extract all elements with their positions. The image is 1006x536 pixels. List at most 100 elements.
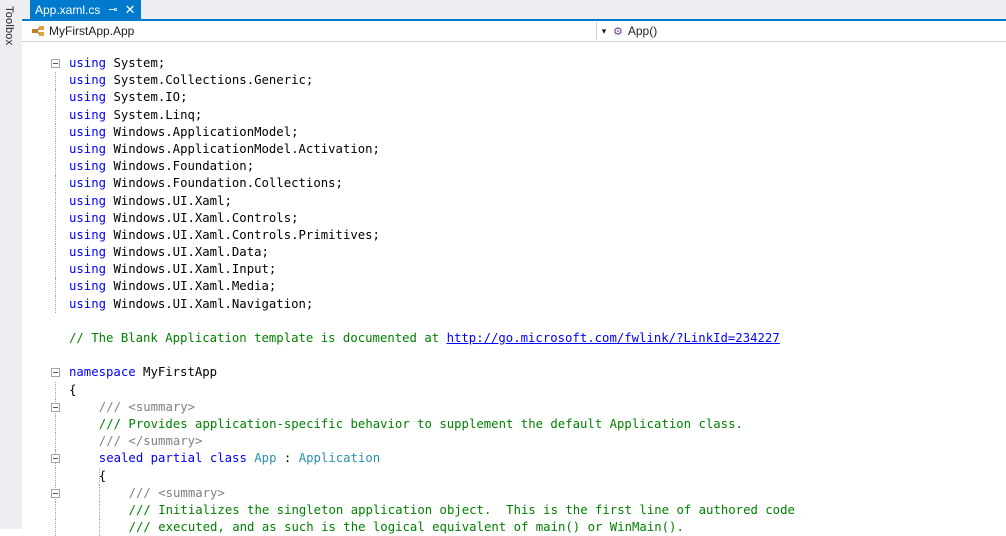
indent-guide: [98, 484, 101, 502]
code-line[interactable]: using Windows.UI.Xaml.Controls;: [22, 209, 1006, 227]
code-text: using System.Linq;: [69, 107, 202, 124]
code-area[interactable]: using System; using System.Collections.Ge…: [22, 55, 1006, 536]
using-namespace: Windows.Foundation.Collections;: [113, 176, 343, 191]
code-text: using Windows.Foundation;: [69, 158, 254, 175]
using-namespace: Windows.UI.Xaml.Navigation;: [113, 296, 314, 311]
using-namespace: System;: [113, 56, 166, 70]
indent-guide: [55, 72, 57, 90]
code-line[interactable]: [22, 347, 1006, 364]
code-line[interactable]: using Windows.UI.Xaml;: [22, 192, 1006, 210]
code-text: /// Initializes the singleton applicatio…: [129, 502, 795, 519]
code-line[interactable]: using Windows.UI.Xaml.Data;: [22, 244, 1006, 262]
code-line[interactable]: namespace MyFirstApp: [22, 364, 1006, 381]
using-namespace: System.Collections.Generic;: [113, 73, 314, 88]
code-line[interactable]: using System;: [22, 55, 1006, 72]
code-text: /// </summary>: [99, 433, 203, 450]
indent-guide: [55, 295, 57, 313]
doc-slashes: ///: [98, 399, 129, 414]
code-line[interactable]: using Windows.UI.Xaml.Controls.Primitive…: [22, 226, 1006, 245]
indent-guide: [55, 244, 57, 262]
collapse-icon[interactable]: [51, 368, 60, 378]
code-line[interactable]: using Windows.Foundation;: [22, 158, 1006, 176]
collapse-icon[interactable]: [51, 488, 60, 498]
code-text: /// Provides application-specific behavi…: [99, 416, 743, 433]
code-text: using System;: [69, 55, 165, 72]
collapse-icon[interactable]: [51, 454, 60, 464]
close-icon[interactable]: ✕: [125, 2, 136, 18]
indent-guide: [55, 209, 57, 227]
code-line[interactable]: {: [22, 381, 1006, 399]
member-dropdown[interactable]: ▾ ⚙ App(): [596, 22, 1006, 40]
using-namespace: Windows.UI.Xaml.Controls.Primitives;: [113, 227, 380, 242]
code-line[interactable]: /// Initializes the singleton applicatio…: [22, 501, 1006, 520]
open-brace: {: [98, 468, 107, 483]
keyword-using: using: [69, 279, 107, 294]
keyword-sealed-partial-class: sealed partial class: [98, 451, 255, 466]
code-text: using Windows.UI.Xaml.Navigation;: [69, 296, 313, 313]
indent-guide: [98, 501, 101, 520]
using-namespace: Windows.ApplicationModel.Activation;: [113, 141, 380, 156]
code-text: using Windows.Foundation.Collections;: [69, 175, 343, 192]
code-line[interactable]: using Windows.ApplicationModel.Activatio…: [22, 140, 1006, 159]
comment-text: // The Blank Application template is doc…: [69, 331, 447, 345]
class-icon: [32, 26, 44, 36]
comment-link[interactable]: http://go.microsoft.com/fwlink/?LinkId=2…: [447, 331, 780, 345]
code-text: sealed partial class App : Application: [99, 450, 380, 467]
code-line[interactable]: using Windows.Foundation.Collections;: [22, 175, 1006, 193]
using-namespace: Windows.Foundation;: [113, 159, 255, 174]
code-line[interactable]: sealed partial class App : Application: [22, 450, 1006, 468]
indent-guide: [55, 192, 57, 210]
code-line[interactable]: /// executed, and as such is the logical…: [22, 519, 1006, 536]
indent-guide: [55, 261, 57, 279]
doc-summary-open-tag: <summary>: [128, 399, 196, 414]
pin-icon[interactable]: ⊸: [108, 3, 117, 16]
code-line[interactable]: [22, 313, 1006, 330]
keyword-using: using: [69, 107, 107, 122]
indent-guide: [55, 226, 57, 245]
keyword-namespace: namespace: [69, 365, 136, 380]
code-line[interactable]: using System.Collections.Generic;: [22, 72, 1006, 90]
indent-guide: [55, 433, 57, 451]
code-line[interactable]: /// <summary>: [22, 484, 1006, 502]
toolbox-strip[interactable]: Toolbox: [0, 0, 23, 529]
code-text: using Windows.ApplicationModel.Activatio…: [69, 141, 380, 158]
using-namespace: System.Linq;: [113, 107, 203, 122]
code-editor[interactable]: using System; using System.Collections.Ge…: [22, 42, 1006, 536]
indent-guide: [55, 501, 57, 520]
keyword-using: using: [69, 73, 107, 88]
code-line[interactable]: using System.Linq;: [22, 106, 1006, 124]
indent-guide: [55, 158, 57, 176]
collapse-icon[interactable]: [51, 402, 60, 412]
chevron-down-icon[interactable]: ▾: [598, 22, 610, 40]
doc-slashes: ///: [128, 485, 159, 500]
indent-guide: [55, 175, 57, 193]
tab-app-xaml-cs[interactable]: App.xaml.cs ⊸ ✕: [30, 0, 141, 19]
code-line[interactable]: /// Provides application-specific behavi…: [22, 415, 1006, 434]
code-text: namespace MyFirstApp: [69, 364, 217, 381]
code-text: /// <summary>: [99, 399, 195, 416]
code-line[interactable]: using Windows.UI.Xaml.Media;: [22, 278, 1006, 296]
open-brace: {: [69, 382, 77, 397]
code-line[interactable]: /// </summary>: [22, 433, 1006, 451]
using-namespace: Windows.UI.Xaml.Input;: [113, 262, 277, 277]
code-text: // The Blank Application template is doc…: [69, 330, 780, 347]
code-text: /// executed, and as such is the logical…: [129, 519, 684, 536]
type-dropdown[interactable]: MyFirstApp.App: [32, 23, 592, 39]
toolbox-label[interactable]: Toolbox: [3, 6, 15, 45]
code-line[interactable]: using Windows.UI.Xaml.Navigation;: [22, 295, 1006, 313]
code-line[interactable]: using Windows.ApplicationModel;: [22, 123, 1006, 141]
code-line[interactable]: using System.IO;: [22, 89, 1006, 107]
doc-comment-text: /// Provides application-specific behavi…: [98, 416, 743, 431]
using-namespace: Windows.ApplicationModel;: [113, 124, 299, 139]
code-line[interactable]: // The Blank Application template is doc…: [22, 330, 1006, 347]
code-line[interactable]: /// <summary>: [22, 398, 1006, 416]
class-separator: :: [276, 451, 299, 466]
code-text: /// <summary>: [129, 485, 225, 502]
keyword-using: using: [69, 159, 107, 174]
indent-guide: [55, 381, 57, 399]
code-line[interactable]: {: [22, 467, 1006, 485]
code-text: using Windows.UI.Xaml.Media;: [69, 278, 276, 295]
base-class-name: Application: [298, 451, 381, 466]
code-line[interactable]: using Windows.UI.Xaml.Input;: [22, 261, 1006, 279]
collapse-icon[interactable]: [51, 59, 60, 68]
